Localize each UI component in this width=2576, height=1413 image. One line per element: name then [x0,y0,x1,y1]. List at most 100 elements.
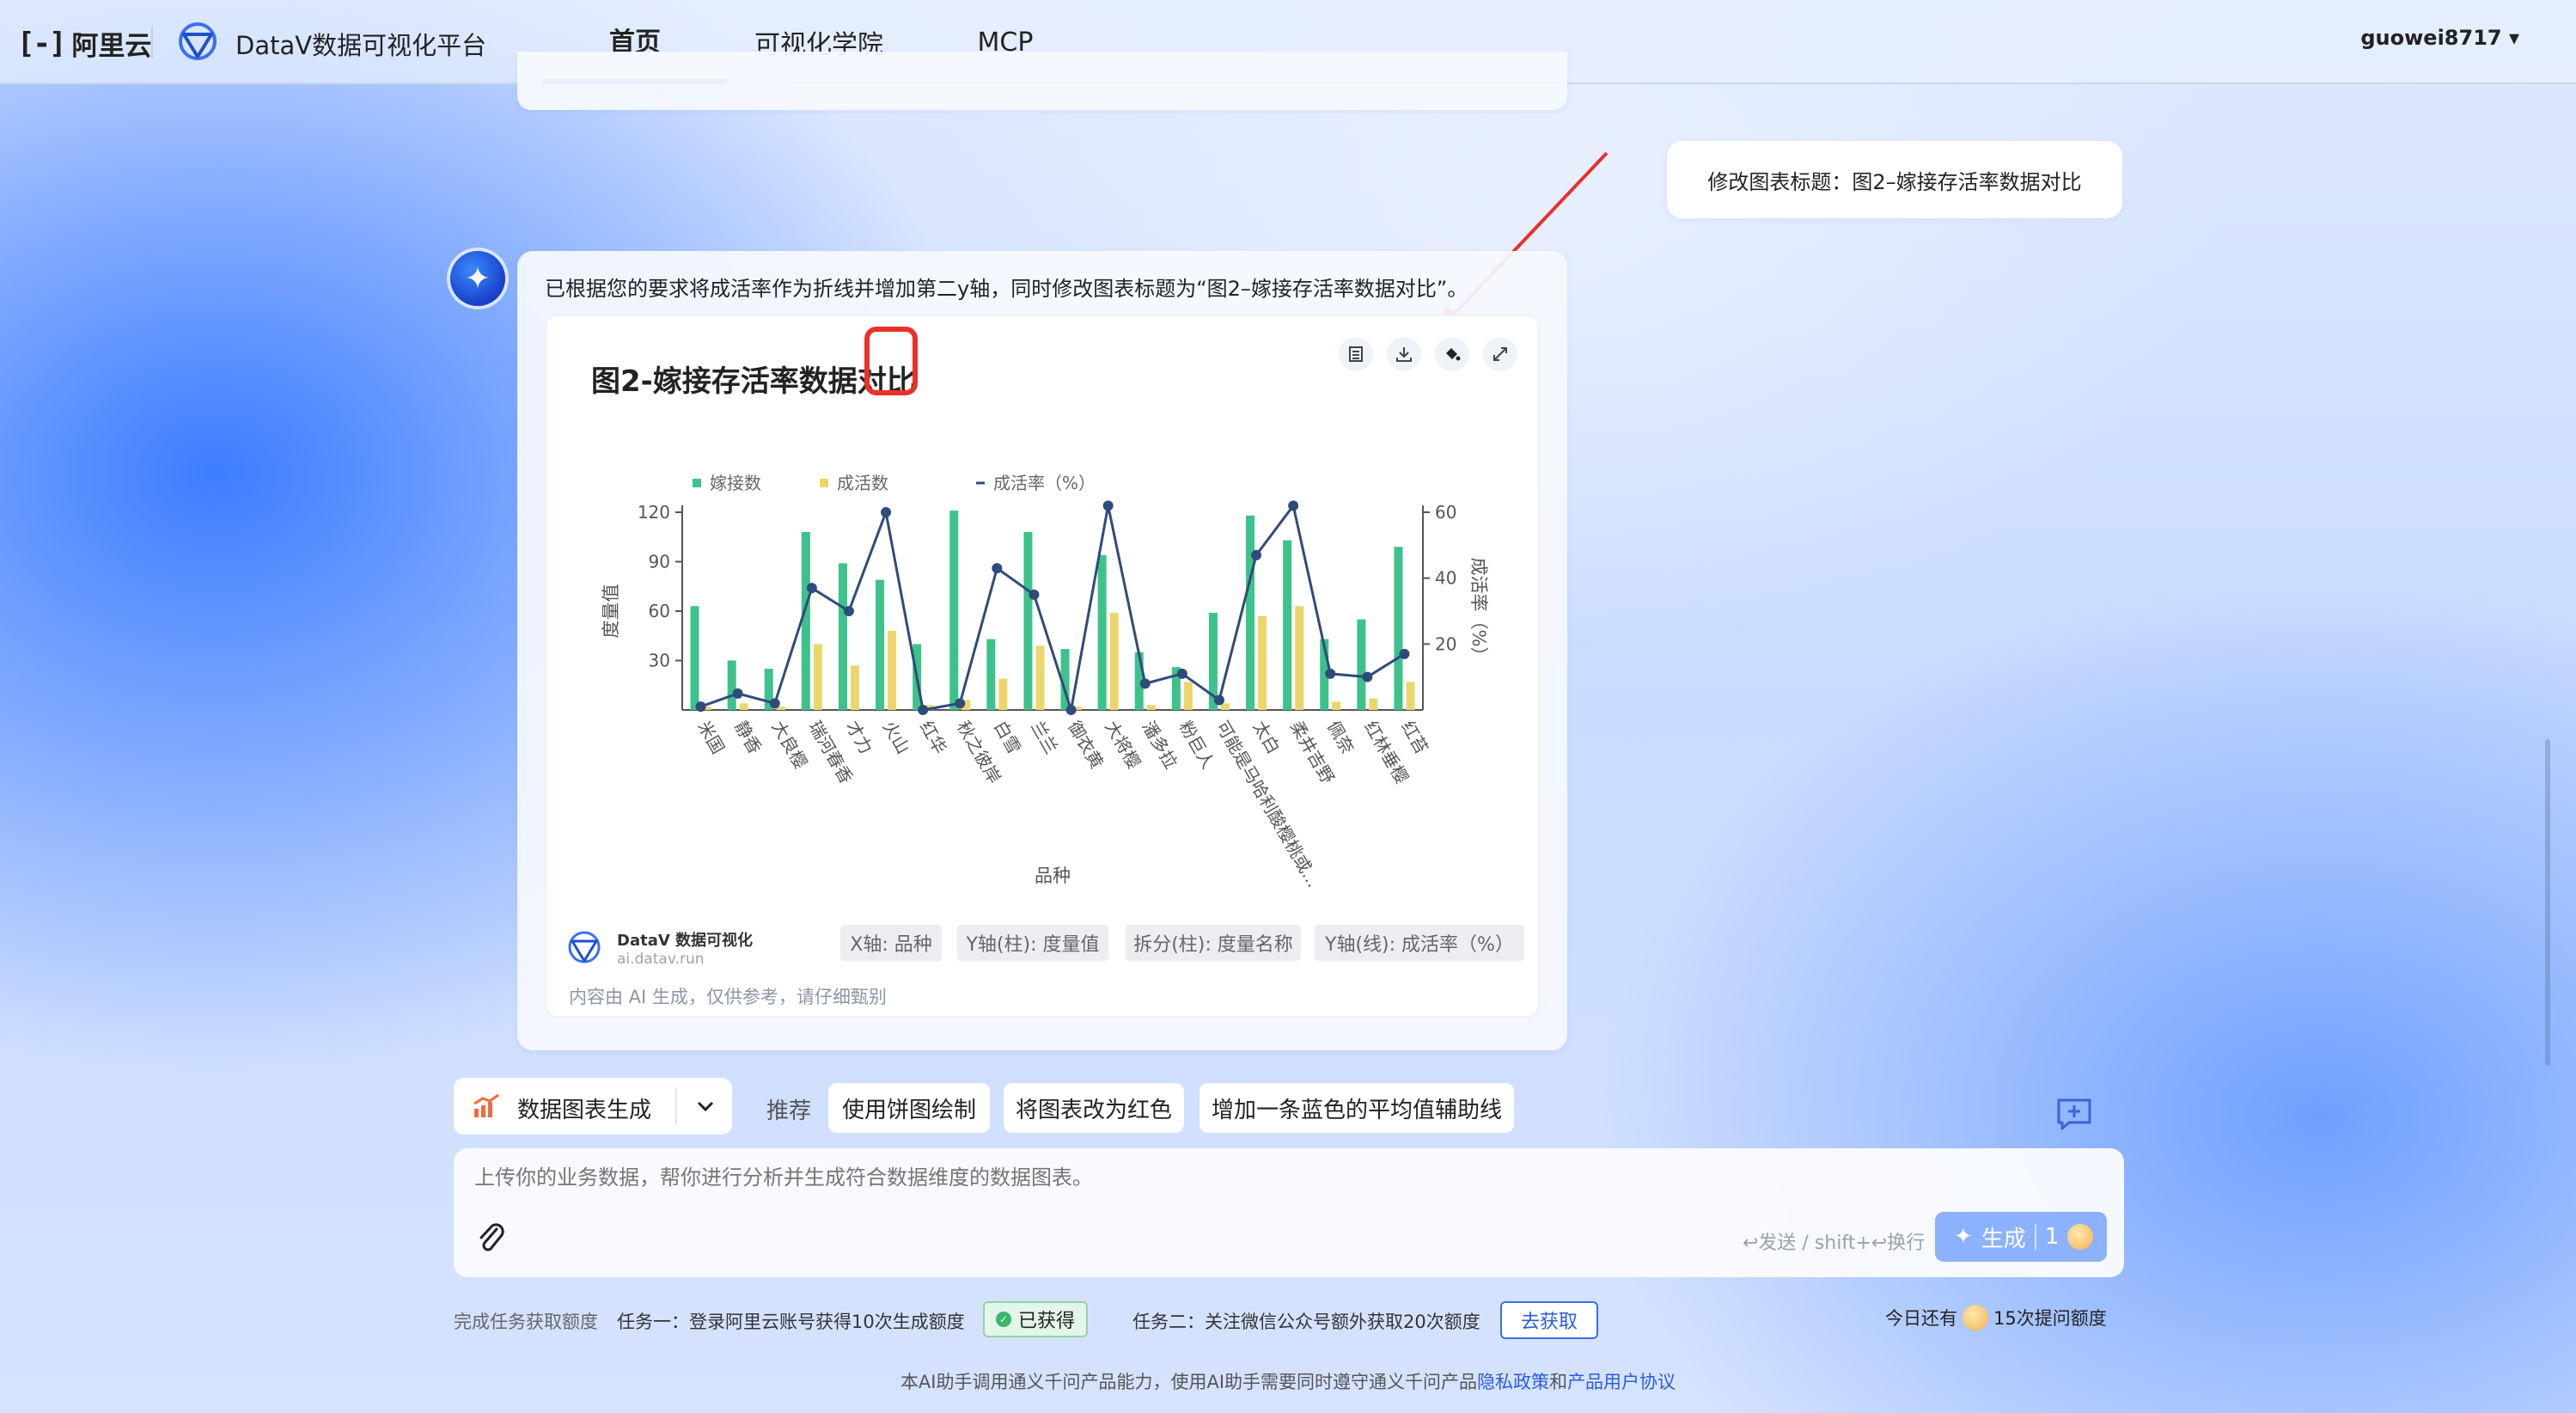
page-scrollbar[interactable] [2545,739,2550,1066]
platform-name[interactable]: DataV数据可视化平台 [235,26,486,62]
legend-swatch [820,479,828,487]
survival-rate-point [1362,671,1373,682]
survival-rate-point [1399,648,1410,659]
coin-icon [2067,1224,2094,1250]
legal-notice: 本AI助手调用通义千问产品能力，使用AI助手需要同时遵守通义千问产品隐私政策和产… [0,1368,2576,1394]
data-table-button[interactable] [1339,337,1373,371]
brand-url: ai.datav.run [617,951,705,968]
x-tick-label: 才力 [842,718,877,758]
header-divider [151,26,153,58]
x-tick-label: 潘多拉 [1138,718,1181,773]
aliyun-logo-text: 阿里云 [71,31,152,62]
y-tick-label: 60 [649,601,670,621]
bar-graft-count [690,606,699,710]
ai-disclaimer: 内容由 AI 生成，仅供参考，请仔细甄别 [569,987,887,1007]
generate-button[interactable]: ✦ 生成 1 [1935,1212,2107,1262]
legend-label: 成活数 [837,473,888,493]
generate-cost: 1 [2044,1224,2060,1250]
fullscreen-button[interactable] [1483,337,1517,371]
y-axis-title: 度量值 [601,584,621,639]
quota-prefix: 今日还有 [1885,1308,1957,1329]
generate-label: 生成 [1981,1226,2026,1252]
theme-color-button[interactable] [1435,337,1469,371]
user-menu[interactable]: guowei8717 ▾ [2360,26,2519,50]
sparkle-icon: ✦ [464,260,491,297]
survival-rate-point [843,606,854,616]
bar-survival-count [1220,703,1230,710]
task-two-get-button[interactable]: 去获取 [1500,1301,1598,1339]
bar-survival-count [850,665,859,710]
mode-select[interactable]: 数据图表生成 [454,1078,732,1135]
survival-rate-point [1176,668,1187,679]
aliyun-logo[interactable]: [-] 阿里云 [17,24,151,63]
y2-tick-label: 60 [1435,502,1456,523]
download-icon [1396,347,1412,362]
attachment-icon[interactable] [474,1219,507,1257]
x-tick-label: 太白 [1249,718,1285,758]
survival-rate-point [881,507,892,517]
legend-swatch [693,479,701,487]
bar-survival-count [1183,682,1193,710]
x-tick-label: 白雪 [990,718,1025,758]
x-axis-title: 品种 [1035,866,1071,886]
x-tick-label: 火山 [879,718,914,758]
x-tick-label: 兰兰 [1027,718,1062,758]
user-message: 修改图表标题：图2–嫁接存活率数据对比 [1667,141,2122,218]
suggestion-average-line[interactable]: 增加一条蓝色的平均值辅助线 [1199,1083,1514,1133]
prompt-input[interactable] [474,1165,1677,1190]
survival-rate-point [806,583,817,594]
bar-graft-count [1023,532,1033,710]
privacy-policy-link[interactable]: 隐私政策 [1477,1372,1549,1392]
check-icon: ✓ [995,1312,1011,1327]
suggestion-pie-chart[interactable]: 使用饼图绘制 [828,1083,990,1133]
task-one-status: ✓ 已获得 [983,1301,1088,1337]
x-tick-label: 红华 [916,718,951,758]
bar-graft-count [727,660,736,710]
download-button[interactable] [1387,337,1421,371]
bar-survival-count [1146,705,1156,710]
chevron-down-icon[interactable] [694,1095,717,1117]
bar-graft-count [1246,515,1255,710]
x-tick-label: 佩奈 [1323,718,1358,758]
mode-select-label: 数据图表生成 [517,1098,652,1123]
new-chat-icon[interactable] [2055,1097,2093,1131]
assistant-avatar: ✦ [450,251,505,306]
coin-icon [1963,1305,1988,1330]
bar-graft-count [1283,540,1292,710]
survival-rate-point [1251,549,1262,560]
tasks-label: 完成任务获取额度 [454,1312,598,1332]
aliyun-mark-icon: [-] [17,26,66,61]
expand-icon [1493,347,1507,361]
combo-chart: 嫁接数 成活数 成活率（%）306090120204060度量值 成活率（%）品种米国… [601,473,1489,890]
x-tick-label: 红苔 [1397,718,1432,758]
tag-y-axis-line: Y轴(线): 成活率（%） [1315,925,1524,961]
survival-rate-point [955,698,966,709]
y-tick-label: 90 [649,552,670,572]
survival-rate-point [695,701,706,713]
bar-graft-count [1097,554,1107,710]
bar-survival-count [1295,606,1304,710]
datav-logo-icon[interactable] [175,19,220,64]
y2-tick-label: 20 [1435,633,1456,654]
bar-graft-count [838,563,847,710]
bar-graft-count [876,579,885,710]
bar-survival-count [998,678,1008,710]
previous-message-card [517,52,1567,110]
daily-quota: 今日还有 15次提问额度 [1885,1305,2107,1330]
x-tick-label: 静香 [730,718,766,758]
survival-rate-point [1139,678,1151,689]
tag-split-bar: 拆分(柱): 度量名称 [1126,925,1301,961]
task-two-text: 任务二：关注微信公众号额外获取20次额度 [1132,1312,1480,1332]
bar-graft-count [801,532,810,710]
download-highlight-box [864,327,918,395]
bar-survival-count [1406,682,1415,710]
survival-rate-point [1213,694,1224,706]
suggestion-red-chart[interactable]: 将图表改为红色 [1004,1083,1184,1133]
mode-select-divider [675,1088,677,1124]
legend-label: 成活率（%） [993,473,1096,493]
quota-suffix: 15次提问额度 [1993,1308,2107,1329]
user-agreement-link[interactable]: 产品用户协议 [1567,1372,1676,1392]
tag-y-axis-bar: Y轴(柱): 度量值 [957,925,1108,961]
legal-and: 和 [1549,1372,1568,1392]
bar-survival-count [1109,612,1119,710]
